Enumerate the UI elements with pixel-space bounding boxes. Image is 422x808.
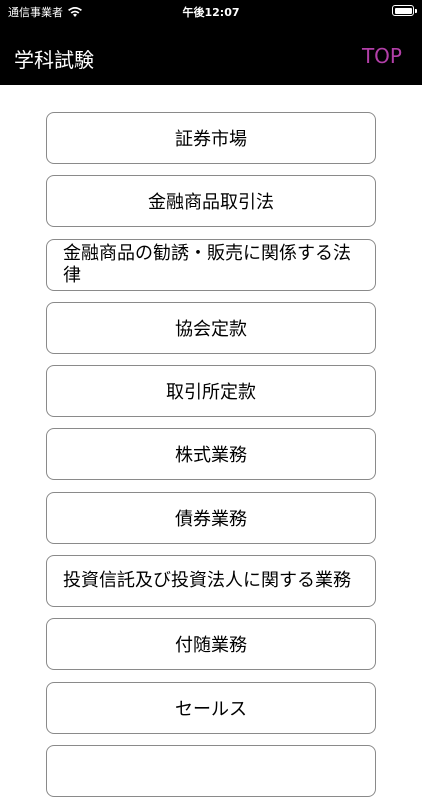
battery-level [394, 7, 412, 14]
page-title: 学科試験 [14, 48, 94, 72]
topic-label: 協会定款 [175, 318, 247, 340]
topic-button-securities-market[interactable]: 証券市場 [46, 112, 376, 164]
topic-menu: 証券市場 金融商品取引法 金融商品の勧誘・販売に関係する法律 協会定款 取引所定… [46, 112, 376, 808]
status-bar: 通信事業者 午後12:07 [0, 0, 422, 22]
topic-label: セールス [175, 698, 247, 720]
topic-label: 付随業務 [175, 635, 247, 657]
topic-label: 金融商品取引法 [148, 192, 274, 214]
topic-button-sales-laws[interactable]: 金融商品の勧誘・販売に関係する法律 [46, 238, 376, 291]
topic-label: 債券業務 [175, 508, 247, 530]
topic-button-sales[interactable]: セールス [46, 681, 376, 734]
topic-button-association-rules[interactable]: 協会定款 [46, 301, 376, 354]
topic-label: 投資信託及び投資法人に関する業務 [63, 570, 351, 592]
topic-label: 取引所定款 [166, 382, 256, 404]
topic-button-exchange-rules[interactable]: 取引所定款 [46, 365, 376, 418]
topic-button-bond-business[interactable]: 債券業務 [46, 491, 376, 544]
top-button[interactable]: TOP [362, 44, 402, 68]
topic-button-ancillary-business[interactable]: 付随業務 [46, 618, 376, 671]
topic-button-partial[interactable] [46, 744, 376, 797]
topic-label: 証券市場 [175, 129, 247, 150]
topic-button-stock-business[interactable]: 株式業務 [46, 428, 376, 481]
battery-icon [392, 5, 417, 16]
topic-label: 株式業務 [175, 445, 247, 467]
status-time: 午後12:07 [182, 6, 240, 19]
navigation-header: 通信事業者 午後12:07 学科試験 TOP [0, 0, 422, 85]
topic-button-investment-trusts[interactable]: 投資信託及び投資法人に関する業務 [46, 555, 376, 608]
topic-label: 金融商品の勧誘・販売に関係する法律 [63, 242, 351, 286]
topic-button-fiea[interactable]: 金融商品取引法 [46, 175, 376, 228]
